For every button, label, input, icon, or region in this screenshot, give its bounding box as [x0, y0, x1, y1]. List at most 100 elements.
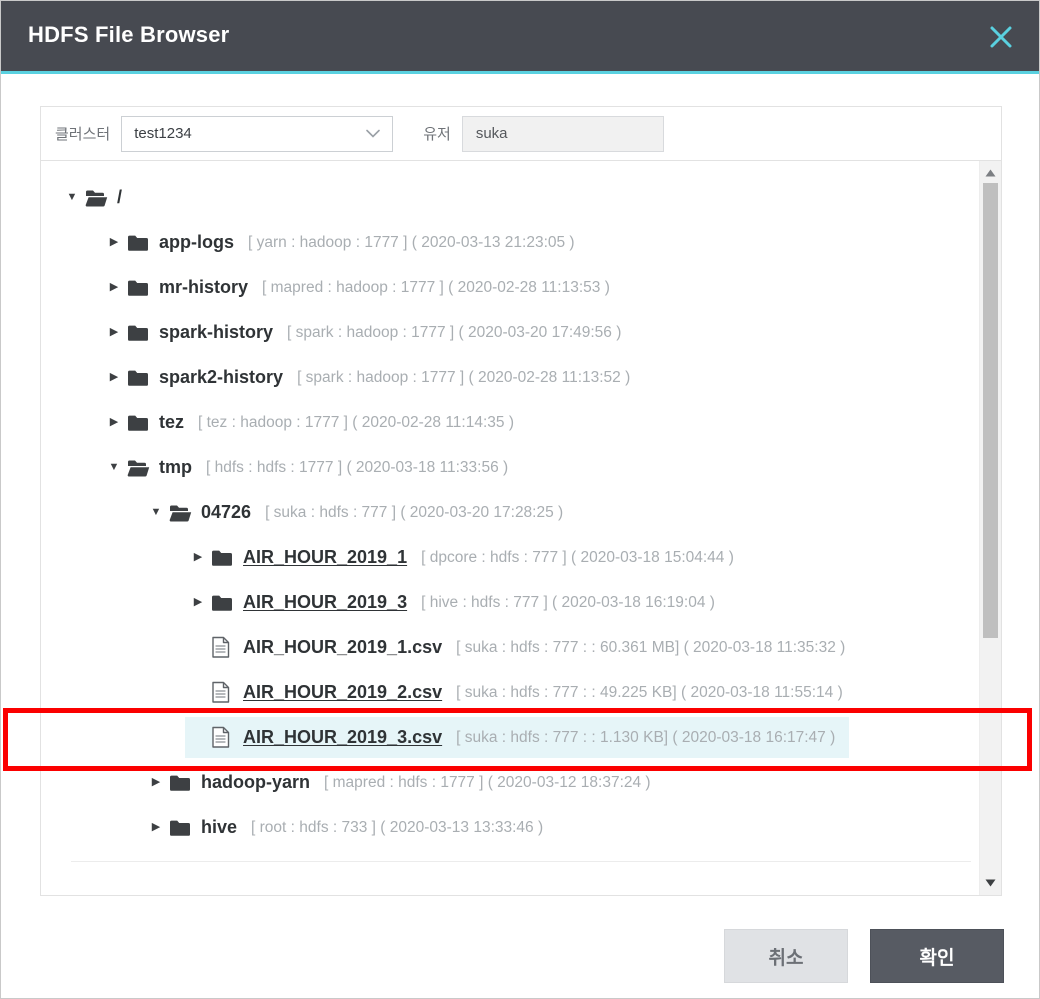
tree-node-row[interactable]: ▼ tmp [ hdfs : hdfs : 1777 ] ( 2020-03-18 …: [101, 447, 522, 488]
dialog-titlebar: HDFS File Browser: [1, 1, 1039, 71]
tree-folder-node[interactable]: ▼ tmp [ hdfs : hdfs : 1777 ] ( 2020-03-18 …: [41, 445, 971, 490]
file-icon: [211, 726, 239, 749]
tree-folder-node[interactable]: ▶ app-logs [ yarn : hadoop : 1777 ] ( 2020…: [41, 220, 971, 265]
tree-node-name: tmp: [159, 457, 192, 477]
user-field[interactable]: suka: [461, 115, 664, 152]
page-title: HDFS File Browser: [28, 22, 230, 47]
cancel-button[interactable]: 취소: [724, 929, 848, 983]
tree-node-name: tez: [159, 412, 185, 432]
cluster-label: 클러스터: [55, 126, 111, 143]
tree-file-node[interactable]: AIR_HOUR_2019_2.csv [ suka : hdfs : 777 :…: [41, 670, 971, 715]
tree-folder-node[interactable]: ▶ AIR_HOUR_2019_1 [ dpcore : hdfs : 777 ] …: [41, 535, 971, 580]
tree-folder-node[interactable]: ▼ 04726 [ suka : hdfs : 777 ] ( 2020-03-20…: [41, 490, 971, 535]
close-icon[interactable]: [981, 17, 1021, 57]
folder-closed-icon: [127, 234, 155, 252]
tree-node-row[interactable]: ▼ /: [59, 177, 136, 218]
folder-closed-icon: [169, 819, 197, 837]
file-icon: [211, 681, 239, 704]
caret-expanded-icon[interactable]: ▼: [59, 192, 85, 203]
tree-folder-node[interactable]: ▶ tez [ tez : hadoop : 1777 ] ( 2020-02-28…: [41, 400, 971, 445]
folder-closed-icon: [211, 549, 239, 567]
user-field-value: suka: [475, 125, 508, 142]
tree-node-meta: [ hive : hdfs : 777 ] ( 2020-03-18 16:19…: [421, 593, 715, 611]
tree-node-name: hive: [201, 817, 238, 837]
tree-node-name: AIR_HOUR_2019_1: [243, 547, 408, 567]
tree-node-row[interactable]: ▼ 04726 [ suka : hdfs : 777 ] ( 2020-03-20…: [143, 492, 577, 533]
tree-node-meta: [ yarn : hadoop : 1777 ] ( 2020-03-13 21…: [248, 233, 575, 251]
caret-collapsed-icon[interactable]: ▶: [143, 777, 169, 788]
tree-node-row[interactable]: ▶ hive [ root : hdfs : 733 ] ( 2020-03-13 …: [143, 807, 557, 848]
folder-closed-icon: [169, 774, 197, 792]
tree-node-name: AIR_HOUR_2019_2.csv: [243, 682, 443, 702]
tree-folder-node[interactable]: ▶ hadoop-yarn [ mapred : hdfs : 1777 ] ( 2…: [41, 760, 971, 805]
tree-file-node[interactable]: AIR_HOUR_2019_1.csv [ suka : hdfs : 777 :…: [41, 625, 971, 670]
caret-collapsed-icon[interactable]: ▶: [101, 237, 127, 248]
tree-node-name: spark2-history: [159, 367, 284, 387]
folder-closed-icon: [127, 324, 155, 342]
caret-collapsed-icon[interactable]: ▶: [101, 327, 127, 338]
caret-collapsed-icon[interactable]: ▶: [101, 282, 127, 293]
caret-expanded-icon[interactable]: ▼: [101, 462, 127, 473]
folder-open-icon: [127, 459, 155, 477]
tree-node-name: AIR_HOUR_2019_3.csv: [243, 727, 443, 747]
confirm-button[interactable]: 확인: [870, 929, 1004, 983]
tree-node-meta: [ spark : hadoop : 1777 ] ( 2020-02-28 1…: [297, 368, 631, 386]
tree-node-name: mr-history: [159, 277, 249, 297]
cluster-select-value: test1234: [134, 125, 192, 142]
tree-node-row[interactable]: ▶ tez [ tez : hadoop : 1777 ] ( 2020-02-28…: [101, 402, 528, 443]
folder-closed-icon: [127, 279, 155, 297]
file-tree: ▼ / ▶ app-logs[ yarn : hadoop : 1777 ] ( 20…: [41, 161, 971, 850]
scroll-up-icon[interactable]: [980, 163, 1001, 183]
cluster-select[interactable]: test1234: [121, 115, 394, 152]
tree-node-row[interactable]: ▶ AIR_HOUR_2019_1 [ dpcore : hdfs : 777 ] …: [185, 537, 748, 578]
tree-node-row[interactable]: ▶ app-logs [ yarn : hadoop : 1777 ] ( 2020…: [101, 222, 589, 263]
tree-node-name: /: [117, 187, 123, 207]
folder-closed-icon: [127, 369, 155, 387]
scroll-down-icon[interactable]: [980, 873, 1001, 893]
caret-collapsed-icon[interactable]: ▶: [143, 822, 169, 833]
tree-node-row[interactable]: ▶ spark-history [ spark : hadoop : 1777 ] …: [101, 312, 635, 353]
caret-expanded-icon[interactable]: ▼: [143, 507, 169, 518]
file-icon: [211, 636, 239, 659]
user-label: 유저: [423, 126, 451, 143]
dialog-footer: 취소 확인: [1, 919, 1039, 998]
scrollbar-thumb[interactable]: [983, 183, 998, 638]
tree-node-meta: [ dpcore : hdfs : 777 ] ( 2020-03-18 15:…: [421, 548, 734, 566]
tree-node-name: AIR_HOUR_2019_3: [243, 592, 408, 612]
tree-folder-node[interactable]: ▶ mr-history [ mapred : hadoop : 1777 ] ( …: [41, 265, 971, 310]
tree-node-name: app-logs: [159, 232, 234, 252]
tree-node-meta: [ suka : hdfs : 777 ] ( 2020-03-20 17:28…: [265, 503, 564, 521]
tree-node-row[interactable]: AIR_HOUR_2019_1.csv [ suka : hdfs : 777 :…: [185, 627, 859, 668]
tree-node-name: spark-history: [159, 322, 274, 342]
tree-node-meta: [ suka : hdfs : 777 : : 60.361 MB] ( 202…: [456, 638, 846, 656]
tree-scrollbar[interactable]: [979, 161, 1001, 895]
tree-node-row[interactable]: ▶ AIR_HOUR_2019_3 [ hive : hdfs : 777 ] ( …: [185, 582, 729, 623]
accent-divider: [1, 71, 1039, 74]
caret-collapsed-icon[interactable]: ▶: [185, 597, 211, 608]
caret-collapsed-icon[interactable]: ▶: [101, 372, 127, 383]
folder-open-icon: [85, 189, 113, 207]
tree-node-row[interactable]: ▶ hadoop-yarn [ mapred : hdfs : 1777 ] ( 2…: [143, 762, 665, 803]
tree-node-row[interactable]: AIR_HOUR_2019_2.csv [ suka : hdfs : 777 :…: [185, 672, 857, 713]
folder-open-icon: [169, 504, 197, 522]
tree-folder-node[interactable]: ▼ /: [41, 175, 971, 220]
tree-node-meta: [ mapred : hdfs : 1777 ] ( 2020-03-12 18…: [324, 773, 651, 791]
tree-node-meta: [ suka : hdfs : 777 : : 49.225 KB] ( 202…: [456, 683, 843, 701]
caret-collapsed-icon[interactable]: ▶: [185, 552, 211, 563]
tree-node-meta: [ tez : hadoop : 1777 ] ( 2020-02-28 11:…: [198, 413, 514, 431]
tree-node-row[interactable]: AIR_HOUR_2019_3.csv [ suka : hdfs : 777 :…: [185, 717, 850, 758]
chevron-down-icon: [366, 127, 381, 140]
tree-folder-node[interactable]: ▶ spark2-history [ spark : hadoop : 1777 ]…: [41, 355, 971, 400]
tree-file-node[interactable]: AIR_HOUR_2019_3.csv [ suka : hdfs : 777 :…: [41, 715, 971, 760]
caret-collapsed-icon[interactable]: ▶: [101, 417, 127, 428]
folder-closed-icon: [211, 594, 239, 612]
tree-folder-node[interactable]: ▶ spark-history [ spark : hadoop : 1777 ] …: [41, 310, 971, 355]
tree-node-name: 04726: [201, 502, 252, 522]
tree-folder-node[interactable]: ▶ AIR_HOUR_2019_3 [ hive : hdfs : 777 ] ( …: [41, 580, 971, 625]
filter-bar: 클러스터 test1234 유저 suka: [41, 107, 1001, 161]
tree-node-meta: [ mapred : hadoop : 1777 ] ( 2020-02-28 …: [262, 278, 610, 296]
tree-folder-node[interactable]: ▶ hive [ root : hdfs : 733 ] ( 2020-03-13 …: [41, 805, 971, 850]
tree-node-row[interactable]: ▶ mr-history [ mapred : hadoop : 1777 ] ( …: [101, 267, 624, 308]
tree-node-row[interactable]: ▶ spark2-history [ spark : hadoop : 1777 ]…: [101, 357, 644, 398]
file-tree-viewport: ▼ / ▶ app-logs[ yarn : hadoop : 1777 ] ( 20…: [41, 161, 1001, 895]
